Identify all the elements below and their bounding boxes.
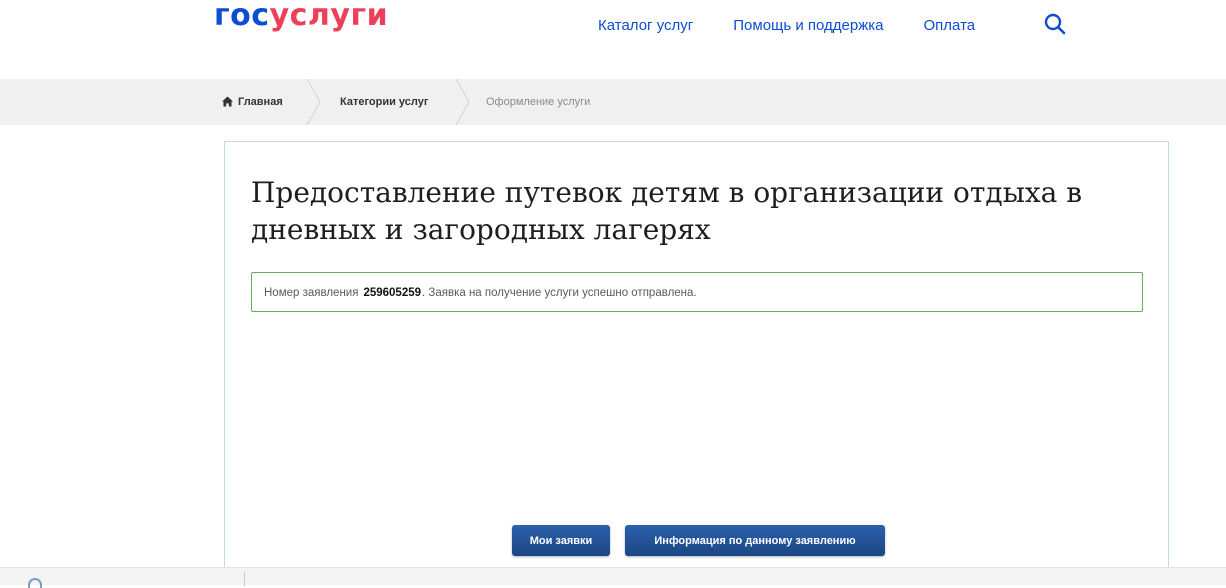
home-icon xyxy=(222,96,233,107)
logo-part-gos: гос xyxy=(214,0,270,33)
nav-payment-link[interactable]: Оплата xyxy=(924,17,976,34)
success-message: Номер заявления 259605259. Заявка на полу… xyxy=(251,272,1143,312)
nav-help-link[interactable]: Помощь и поддержка xyxy=(733,17,883,34)
site-header: госуслуги Каталог услуг Помощь и поддерж… xyxy=(0,0,1226,70)
breadcrumb-separator-icon xyxy=(455,79,470,125)
bottom-bar xyxy=(0,567,1226,588)
request-number: 259605259 xyxy=(363,287,422,299)
service-card: Предоставление путевок детям в организац… xyxy=(224,141,1169,585)
logo-part-uslugi: услуги xyxy=(269,0,389,33)
breadcrumb: Главная Категории услуг Оформление услуг… xyxy=(0,79,1226,125)
breadcrumb-home[interactable]: Главная xyxy=(222,79,283,125)
breadcrumb-home-label: Главная xyxy=(238,96,283,108)
request-info-button[interactable]: Информация по данному заявлению xyxy=(625,525,885,556)
my-requests-button[interactable]: Мои заявки xyxy=(512,525,610,556)
main-nav: Каталог услуг Помощь и поддержка Оплата xyxy=(598,17,975,34)
success-text: . Заявка на получение услуги успешно отп… xyxy=(422,287,697,299)
partial-icon xyxy=(28,578,42,588)
gosuslugi-logo[interactable]: госуслуги xyxy=(214,0,388,36)
breadcrumb-separator-icon xyxy=(306,79,321,125)
breadcrumb-current: Оформление услуги xyxy=(486,96,591,108)
search-icon[interactable] xyxy=(1043,12,1067,36)
nav-catalog-link[interactable]: Каталог услуг xyxy=(598,17,693,34)
breadcrumb-categories[interactable]: Категории услуг xyxy=(340,79,428,125)
divider xyxy=(244,572,245,586)
request-number-label: Номер заявления xyxy=(264,287,359,299)
page-title: Предоставление путевок детям в организац… xyxy=(251,176,1083,246)
